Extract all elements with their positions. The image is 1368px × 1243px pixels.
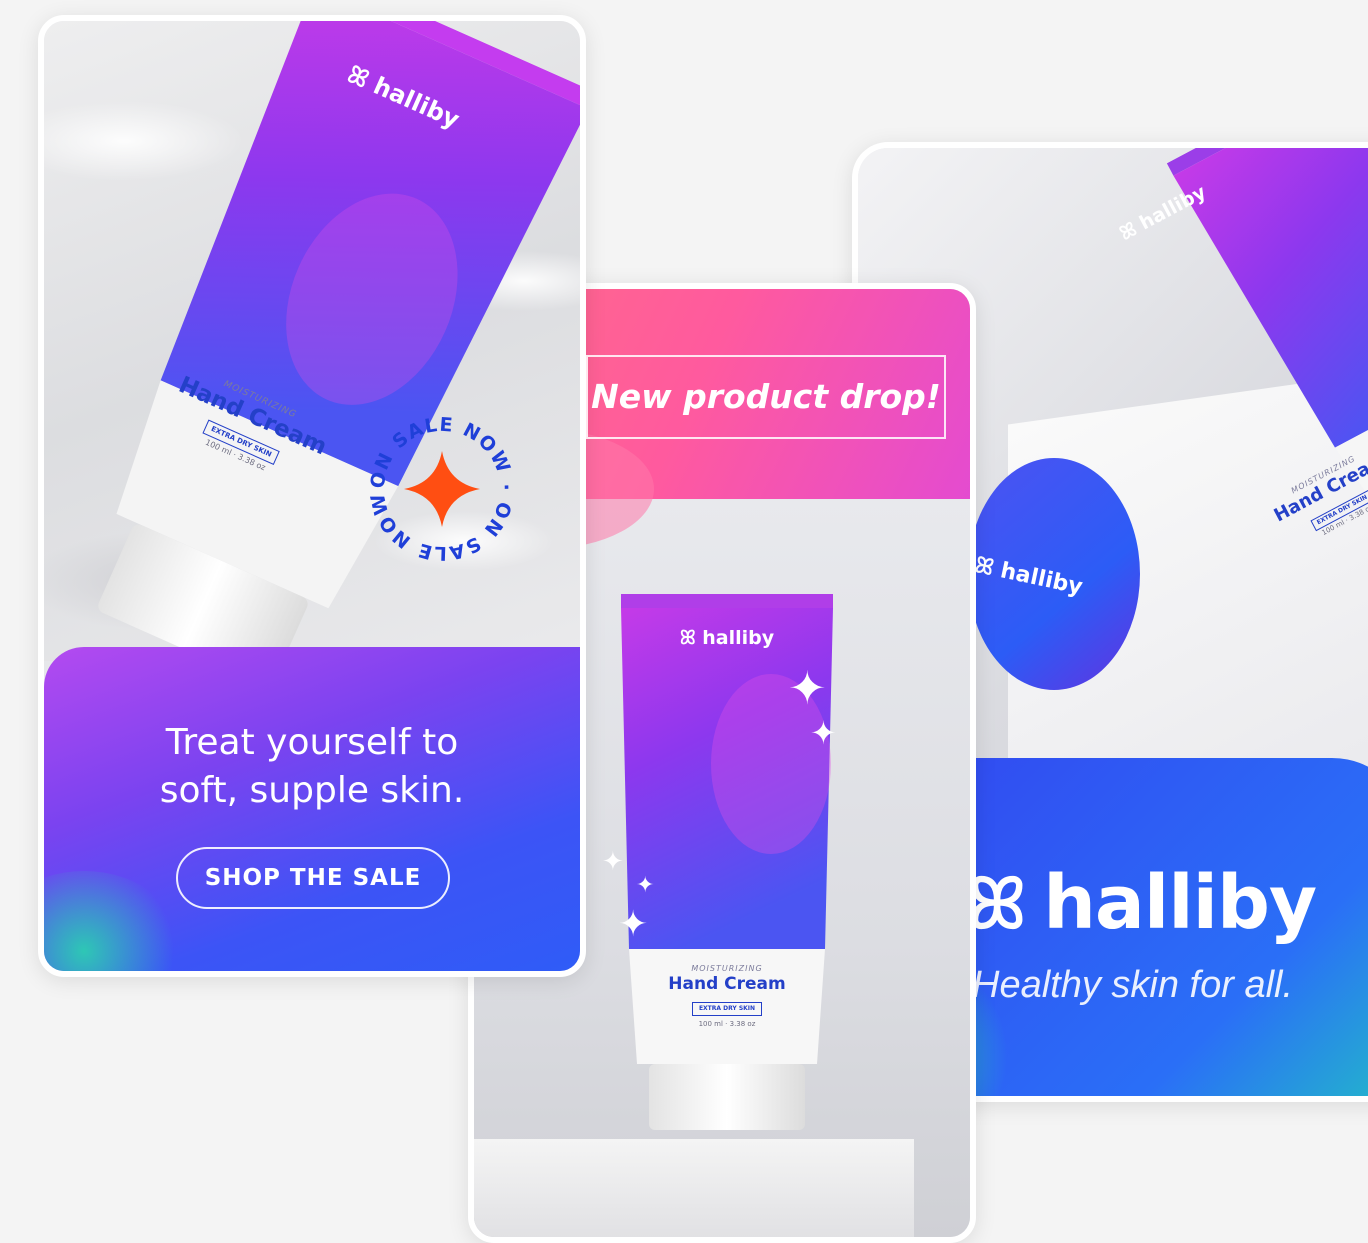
brand-tagline: Healthy skin for all. <box>972 964 1294 1006</box>
tube-logo: ꕤ halliby <box>679 627 775 649</box>
tube-label: MOISTURIZING Hand Cream EXTRA DRY SKIN 1… <box>668 964 786 1029</box>
sparkle-icon: ✦ <box>636 873 655 898</box>
sale-headline: Treat yourself to soft, supple skin. <box>159 722 465 811</box>
sparkle-icon: ✦ <box>810 714 837 752</box>
drop-headline: New product drop! <box>586 355 946 439</box>
sparkle-star-icon <box>404 451 480 527</box>
butterfly-icon: ꕤ <box>968 863 1026 945</box>
logo-disc: ꕤ halliby <box>968 458 1140 690</box>
sparkle-icon: ✦ <box>618 904 649 945</box>
brand-wordmark: ꕤ halliby <box>968 860 1317 946</box>
sparkle-icon: ✦ <box>788 661 827 715</box>
butterfly-icon: ꕤ <box>679 627 703 649</box>
sale-card: ꕤ halliby MOISTURIZING Hand Cream EXTRA … <box>38 15 586 977</box>
display-box <box>474 1139 914 1237</box>
shop-the-sale-button[interactable]: SHOP THE SALE <box>176 847 450 909</box>
on-sale-badge: ON SALE NOW · ON SALE NOW · <box>362 409 516 564</box>
sparkle-icon: ✦ <box>602 847 624 877</box>
disc-brand-name: halliby <box>998 558 1085 601</box>
